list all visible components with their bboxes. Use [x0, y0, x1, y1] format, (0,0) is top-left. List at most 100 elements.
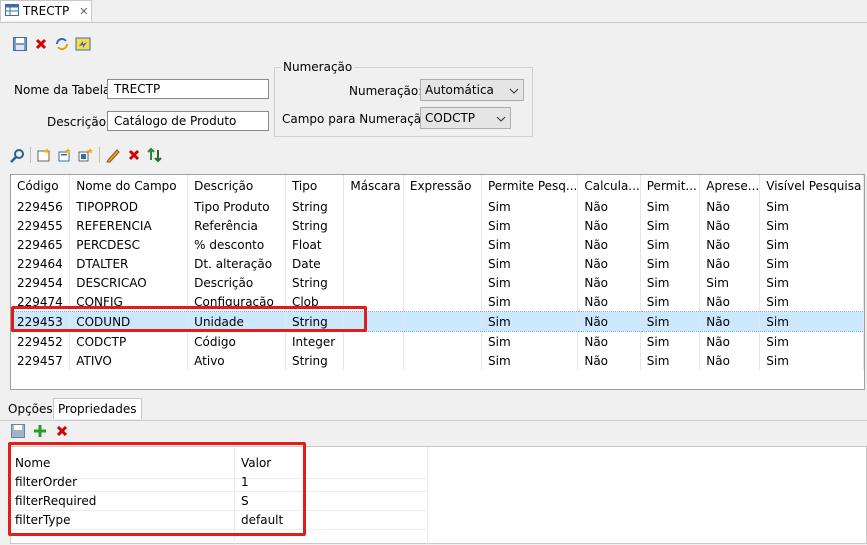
table-cell [403, 273, 483, 292]
table-cell: Não [577, 235, 641, 254]
numeracao-group-title: Numeração [281, 60, 355, 74]
table-cell: Sim [481, 197, 579, 216]
new-field-icon[interactable] [36, 147, 52, 163]
table-cell: Referência [187, 216, 286, 235]
table-row[interactable]: 229464 DTALTER Dt. alteração Date Sim Não Sim N… [11, 254, 864, 273]
table-cell: 229455 [11, 216, 71, 235]
table-row[interactable]: 229455 REFERENCIA Referência String Sim Não Si… [11, 216, 864, 235]
column-header[interactable]: Aprese... [699, 175, 761, 197]
column-header[interactable]: Descrição [187, 175, 286, 197]
table-cell [343, 331, 404, 351]
column-header[interactable]: Visível Pesquisa [759, 175, 864, 197]
campo-numeracao-select[interactable]: CODCTP [420, 107, 511, 129]
table-cell: Sim [640, 311, 701, 332]
sort-icon[interactable] [147, 147, 163, 163]
table-cell: Sim [759, 254, 864, 273]
toolbar-separator [99, 147, 100, 163]
table-cell: String [285, 351, 345, 370]
table-row[interactable]: 229457 ATIVO Ativo String Sim Não Sim Não Sim [11, 351, 864, 370]
column-header[interactable]: Permit... [640, 175, 701, 197]
save-icon[interactable] [12, 36, 28, 52]
refresh-icon[interactable] [54, 36, 70, 52]
bottom-tab-bar: Opções Propriedades [0, 398, 867, 421]
column-header[interactable]: Máscara [343, 175, 404, 197]
column-header[interactable]: Permite Pesq... [481, 175, 579, 197]
editor-tab-bar: TRECTP ✕ [0, 0, 867, 23]
table-cell: Não [699, 311, 761, 332]
table-cell: Sim [759, 351, 864, 370]
nome-tabela-input[interactable]: TRECTP [107, 79, 269, 99]
tab-trectp[interactable]: TRECTP ✕ [0, 0, 92, 21]
table-cell: Sim [759, 311, 864, 332]
table-cell: 229456 [11, 197, 71, 216]
table-cell: String [285, 216, 345, 235]
table-cell: Sim [640, 331, 701, 351]
search-icon[interactable] [9, 147, 25, 163]
column-header[interactable]: Calcula... [577, 175, 641, 197]
table-cell: Dt. alteração [187, 254, 286, 273]
table-row[interactable]: 229456 TIPOPROD Tipo Produto String Sim Não Si… [11, 197, 864, 216]
new-field-wizard-icon[interactable] [57, 147, 73, 163]
table-cell: Sim [640, 273, 701, 292]
delete-icon[interactable] [54, 423, 70, 439]
table-cell: CODCTP [69, 331, 189, 351]
table-cell: Sim [759, 273, 864, 292]
selected-row-highlight [11, 306, 367, 332]
table-cell: Não [577, 292, 641, 312]
table-cell: Não [699, 254, 761, 273]
table-cell: Sim [481, 216, 579, 235]
table-cell: 229465 [11, 235, 71, 254]
table-cell: Não [577, 216, 641, 235]
import-field-icon[interactable] [78, 147, 94, 163]
close-icon[interactable]: ✕ [79, 5, 88, 18]
table-row[interactable]: 229465 PERCDESC% desconto Float Sim Não Sim Nã… [11, 235, 864, 254]
table-cell: Não [577, 197, 641, 216]
add-icon[interactable] [32, 423, 48, 439]
table-cell: 229464 [11, 254, 71, 273]
table-cell: Sim [759, 292, 864, 312]
table-cell: Sim [481, 254, 579, 273]
table-cell: Não [577, 254, 641, 273]
table-cell [343, 197, 404, 216]
table-cell: Sim [481, 273, 579, 292]
table-cell: 229454 [11, 273, 71, 292]
table-cell [403, 331, 483, 351]
table-cell: Tipo Produto [187, 197, 286, 216]
table-cell: Não [699, 351, 761, 370]
campo-numeracao-label: Campo para Numeração: [282, 112, 433, 126]
table-cell: Sim [699, 273, 761, 292]
save-icon[interactable] [10, 423, 26, 439]
tab-propriedades[interactable]: Propriedades [53, 398, 142, 419]
table-cell: Sim [759, 197, 864, 216]
table-cell: Não [577, 331, 641, 351]
table-row[interactable]: 229452 CODCTP Código Integer Sim Não Sim Não Sim [11, 331, 864, 351]
table-cell: Float [285, 235, 345, 254]
fields-table: Código Nome do Campo Descrição Tipo Máscara E… [10, 174, 865, 390]
table-cell: Date [285, 254, 345, 273]
chevron-down-icon [509, 82, 519, 98]
table-cell: DTALTER [69, 254, 189, 273]
numeracao-select[interactable]: Automática [420, 79, 524, 101]
table-cell: Código [187, 331, 286, 351]
table-row[interactable]: 229454 DESCRICAO Descrição String Sim Não Sim S… [11, 273, 864, 292]
tab-opcoes[interactable]: Opções [4, 398, 57, 419]
table-cell: ATIVO [69, 351, 189, 370]
delete-field-icon[interactable] [126, 147, 142, 163]
table-cell [343, 254, 404, 273]
column-header[interactable]: Expressão [403, 175, 483, 197]
run-icon[interactable] [75, 36, 91, 52]
table-cell: Não [699, 197, 761, 216]
delete-icon[interactable] [33, 36, 49, 52]
table-cell: Sim [759, 235, 864, 254]
descricao-input[interactable]: Catálogo de Produto [107, 111, 269, 131]
column-header[interactable]: Tipo [285, 175, 345, 197]
table-cell [343, 216, 404, 235]
numeracao-label: Numeração: [349, 84, 423, 98]
table-cell: Sim [759, 216, 864, 235]
edit-icon[interactable] [105, 147, 121, 163]
table-cell: 229457 [11, 351, 71, 370]
table-cell: String [285, 273, 345, 292]
column-header[interactable]: Nome do Campo [69, 175, 189, 197]
table-cell: Não [577, 273, 641, 292]
column-header[interactable]: Código [11, 175, 71, 197]
